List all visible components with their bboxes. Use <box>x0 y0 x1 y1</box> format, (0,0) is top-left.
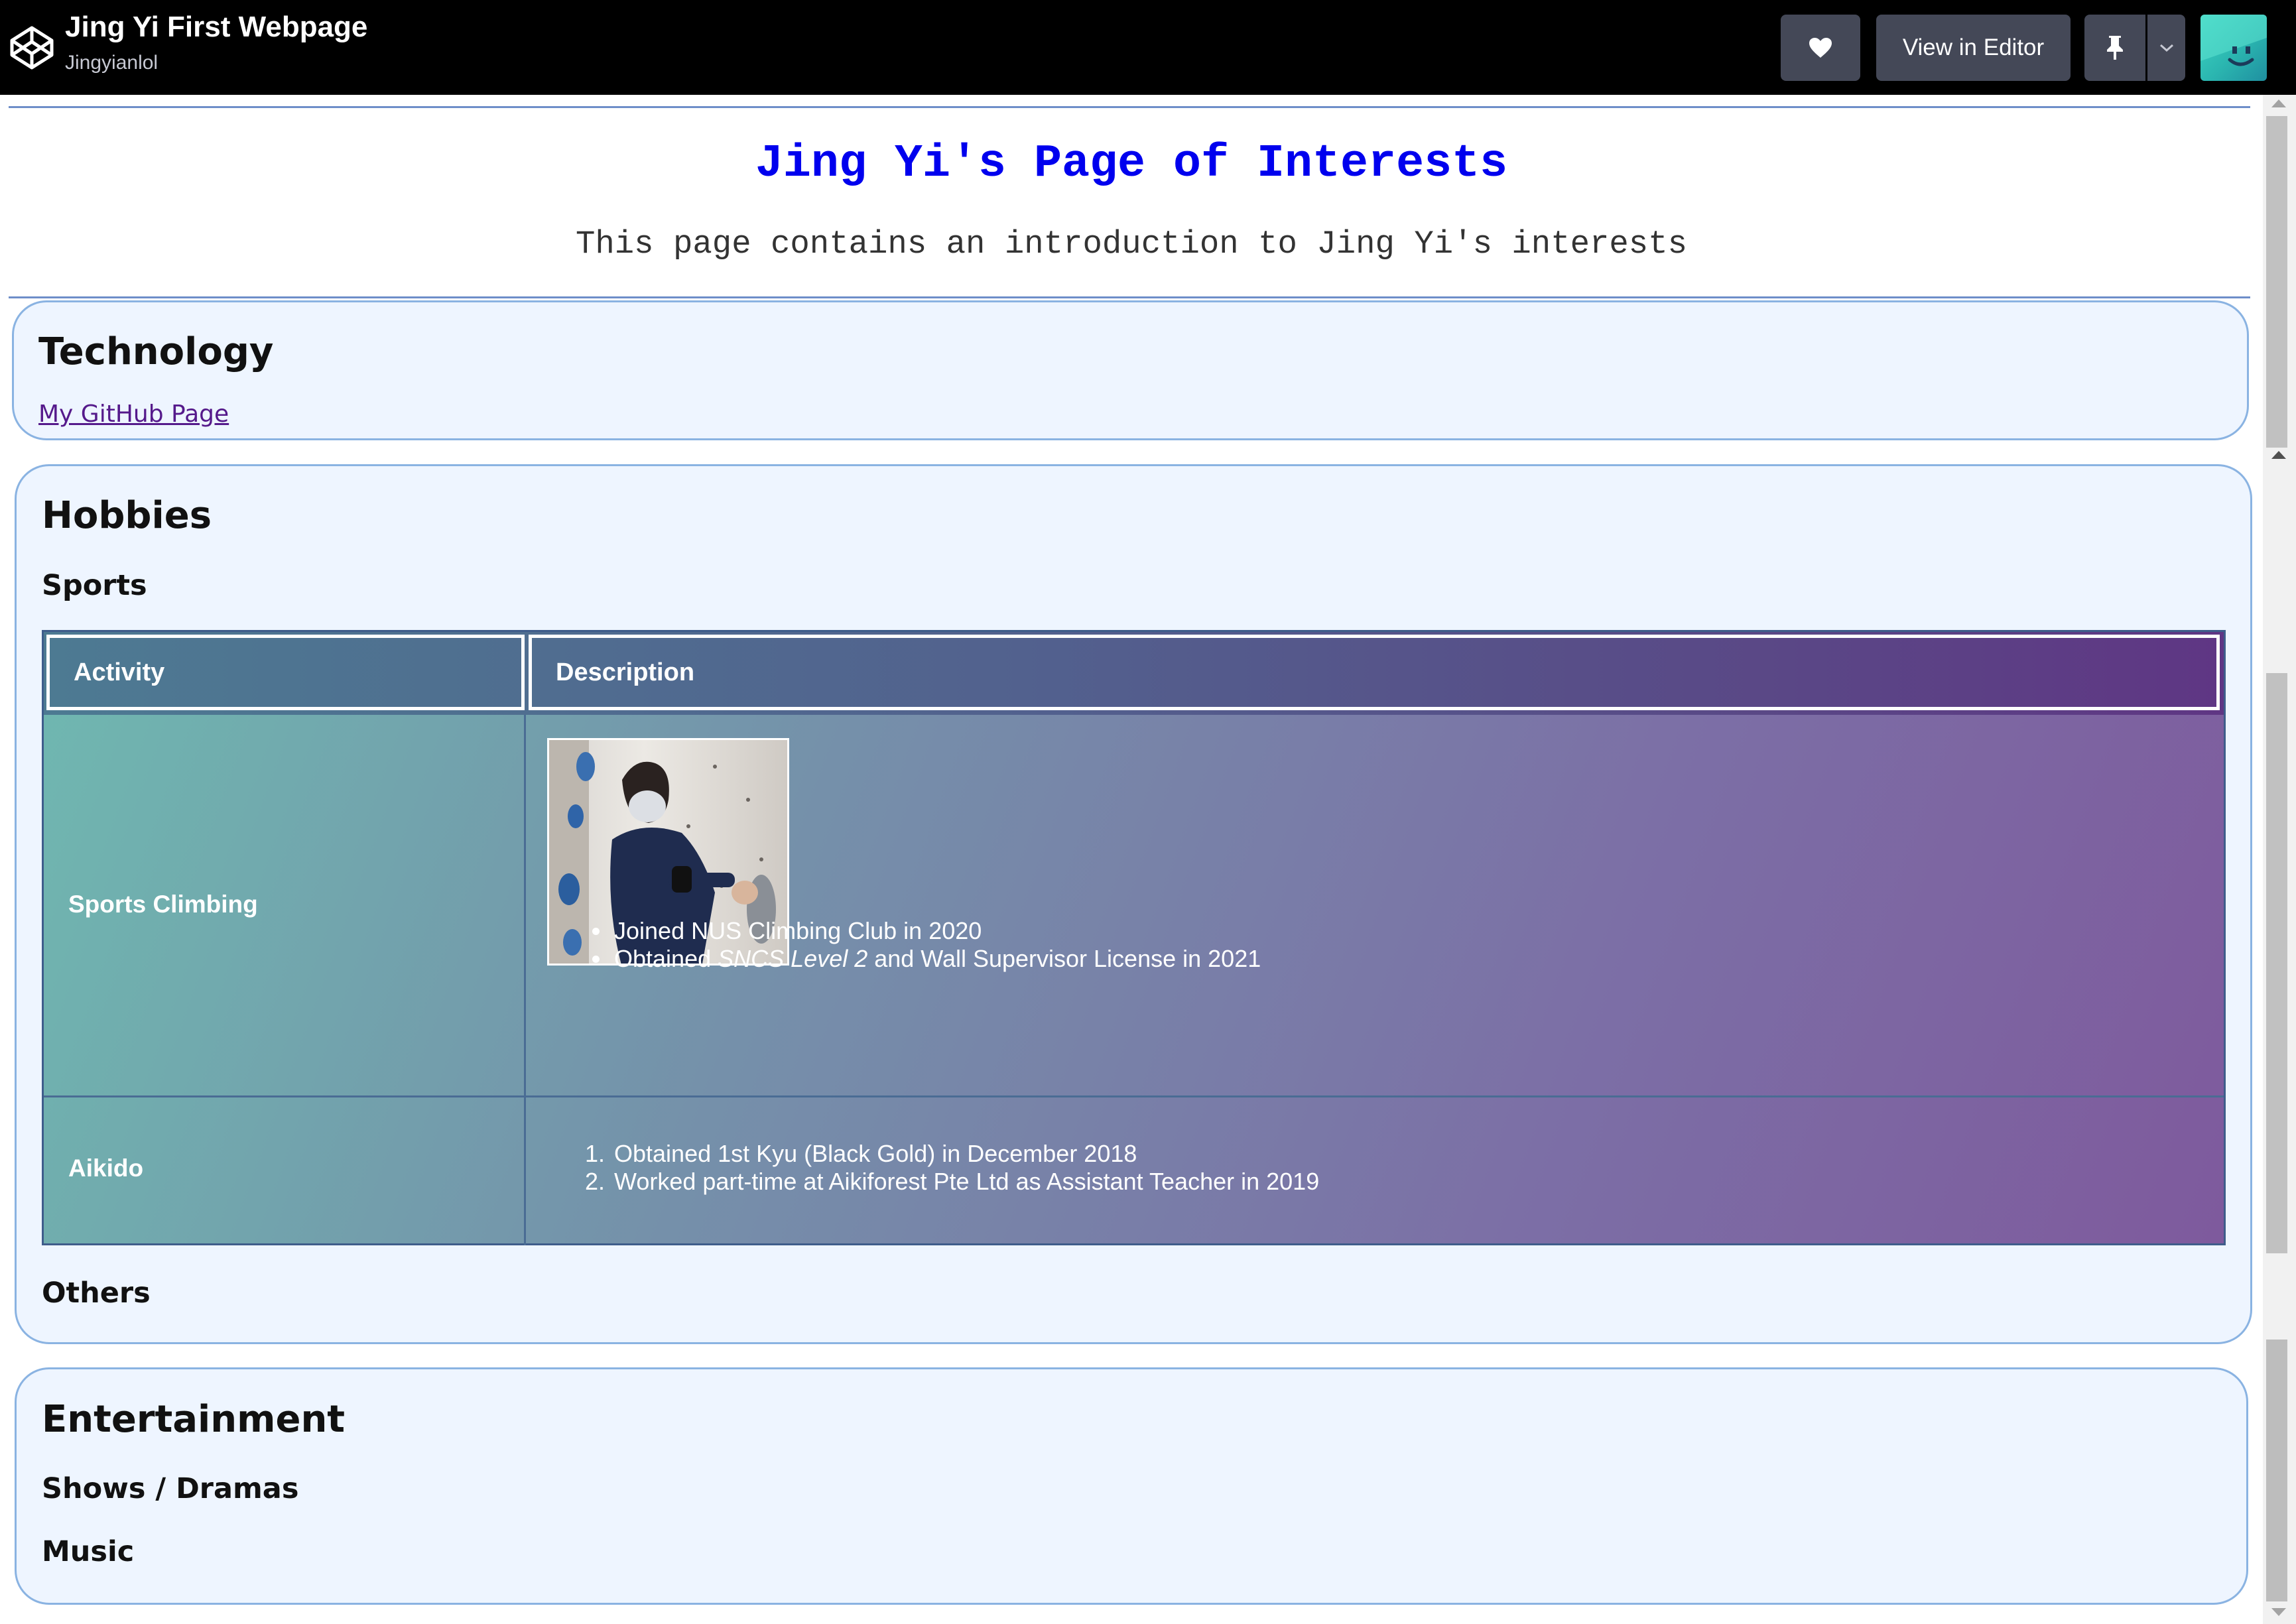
hobbies-heading: Hobbies <box>42 494 212 537</box>
codepen-logo-icon[interactable] <box>8 24 56 72</box>
activity-aikido: Aikido <box>68 1155 144 1182</box>
scrollbar-thumb-lower[interactable] <box>2266 673 2287 1253</box>
entertainment-section <box>15 1367 2248 1605</box>
pin-icon <box>2107 36 2123 60</box>
list-item: Worked part-time at Aikiforest Pte Ltd a… <box>611 1168 1319 1196</box>
climbing-achievements-list: Joined NUS Climbing Club in 2020 Obtaine… <box>585 917 1261 973</box>
entertainment-heading: Entertainment <box>42 1398 346 1441</box>
pin-options-dropdown[interactable] <box>2147 15 2185 81</box>
music-heading: Music <box>42 1535 135 1568</box>
inner-scroll-up-arrow-icon[interactable] <box>2271 451 2286 459</box>
aikido-achievements-list: Obtained 1st Kyu (Black Gold) in Decembe… <box>585 1140 1319 1196</box>
github-page-link[interactable]: My GitHub Page <box>38 401 229 428</box>
sports-table: Activity Description Sports Climbing Joi… <box>42 630 2226 1245</box>
smiley-face-icon <box>2200 15 2267 66</box>
user-avatar[interactable] <box>2200 15 2267 81</box>
shows-dramas-heading: Shows / Dramas <box>42 1472 299 1505</box>
heart-icon <box>1809 38 1832 58</box>
scrollbar-thumb[interactable] <box>2266 116 2287 448</box>
others-heading: Others <box>42 1277 151 1310</box>
page-subtitle: This page contains an introduction to Ji… <box>575 225 1688 263</box>
column-header-activity: Activity <box>46 635 525 710</box>
page-title: Jing Yi's Page of Interests <box>755 138 1508 190</box>
activity-sports-climbing: Sports Climbing <box>68 891 258 918</box>
scrollbar-thumb-bottom[interactable] <box>2266 1340 2287 1601</box>
technology-heading: Technology <box>38 330 274 373</box>
technology-section <box>12 300 2249 440</box>
pen-title: Jing Yi First Webpage <box>65 11 368 43</box>
view-in-editor-button[interactable]: View in Editor <box>1876 15 2071 81</box>
sports-heading: Sports <box>42 569 147 602</box>
scroll-down-arrow-icon[interactable] <box>2271 1608 2286 1616</box>
list-item: Obtained SNCS Level 2 and Wall Superviso… <box>611 945 1261 973</box>
pen-author-link[interactable]: Jingyianlol <box>65 52 158 74</box>
codepen-topbar: Jing Yi First Webpage Jingyianlol View i… <box>0 0 2296 95</box>
scroll-up-arrow-icon[interactable] <box>2271 99 2286 107</box>
love-button[interactable] <box>1781 15 1860 81</box>
header-top-rule <box>9 106 2250 108</box>
list-item: Obtained 1st Kyu (Black Gold) in Decembe… <box>611 1140 1319 1168</box>
column-divider <box>524 715 526 1245</box>
chevron-down-icon <box>2159 44 2173 52</box>
column-header-description: Description <box>529 635 2220 710</box>
pin-button[interactable] <box>2084 15 2145 81</box>
header-bottom-rule <box>9 296 2250 298</box>
list-item: Joined NUS Climbing Club in 2020 <box>611 917 1261 945</box>
row-divider <box>44 1095 2224 1097</box>
